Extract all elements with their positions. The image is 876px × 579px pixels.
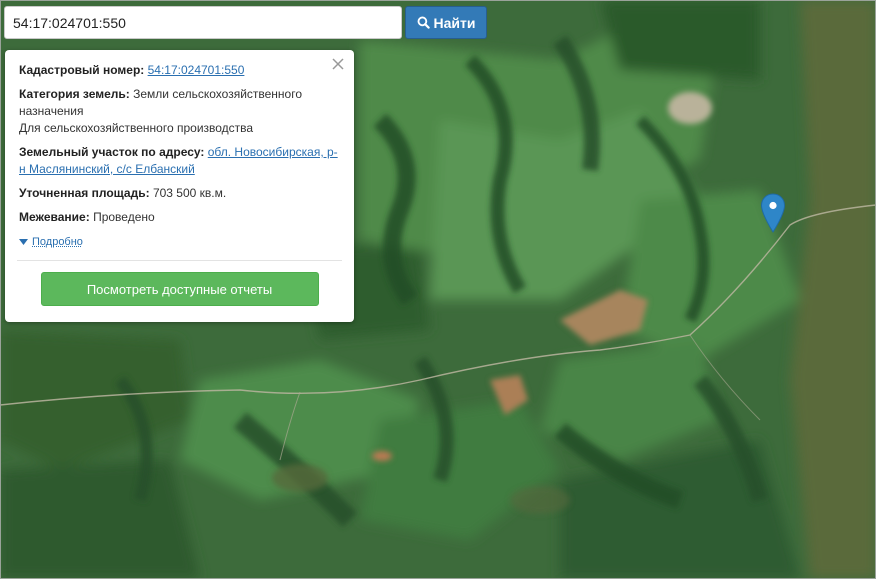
map-marker-icon[interactable]: [760, 193, 786, 233]
search-button[interactable]: Найти: [405, 6, 487, 39]
area-label: Уточненная площадь:: [19, 186, 150, 200]
cadastral-number-label: Кадастровый номер:: [19, 63, 145, 77]
survey-value: Проведено: [93, 210, 155, 224]
cadastral-number-link[interactable]: 54:17:024701:550: [148, 63, 245, 77]
area-row: Уточненная площадь: 703 500 кв.м.: [19, 185, 340, 202]
caret-down-icon: [19, 234, 28, 251]
cadastral-number-row: Кадастровый номер: 54:17:024701:550: [19, 62, 340, 79]
parcel-info-popup: Кадастровый номер: 54:17:024701:550 Кате…: [5, 50, 354, 322]
search-icon: [417, 16, 430, 29]
land-category-label: Категория земель:: [19, 87, 130, 101]
land-use-value: Для сельскохозяйственного производства: [19, 121, 254, 135]
view-reports-button[interactable]: Посмотреть доступные отчеты: [40, 272, 319, 306]
survey-row: Межевание: Проведено: [19, 209, 340, 226]
divider: [17, 260, 342, 261]
details-toggle[interactable]: Подробно: [19, 234, 340, 251]
land-category-row: Категория земель: Земли сельскохозяйстве…: [19, 86, 340, 137]
area-value: 703 500 кв.м.: [152, 186, 227, 200]
address-row: Земельный участок по адресу: обл. Новоси…: [19, 144, 340, 178]
details-link[interactable]: Подробно: [32, 234, 83, 251]
address-label: Земельный участок по адресу:: [19, 145, 205, 159]
survey-label: Межевание:: [19, 210, 90, 224]
close-icon[interactable]: [330, 56, 346, 72]
search-button-label: Найти: [433, 14, 476, 31]
search-input[interactable]: [4, 6, 402, 39]
